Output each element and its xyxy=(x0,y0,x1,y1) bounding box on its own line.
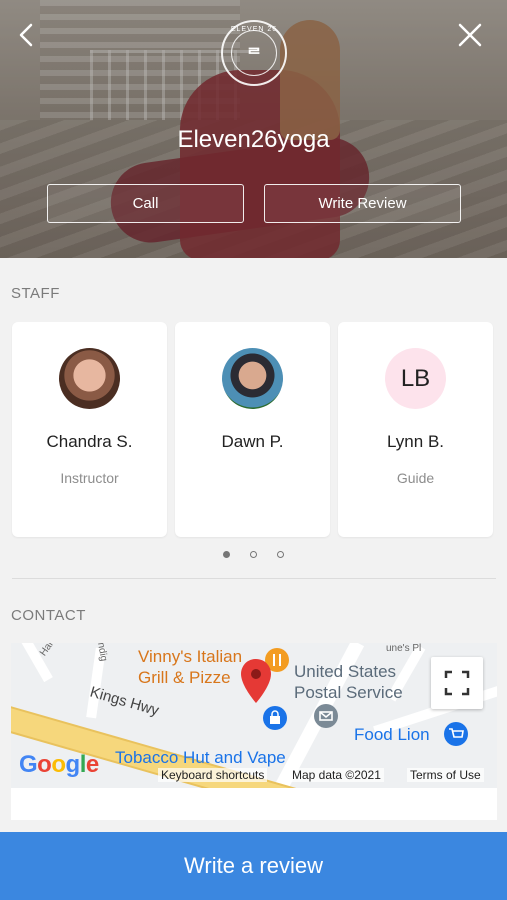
contact-card-bottom xyxy=(11,788,497,820)
google-logo-letter: G xyxy=(19,751,38,778)
google-logo-letter: e xyxy=(85,751,99,778)
staff-role: Instructor xyxy=(60,470,119,486)
staff-name: Lynn B. xyxy=(386,432,445,451)
google-logo-letter: o xyxy=(37,751,52,778)
map-poi-label-food-lion[interactable]: Food Lion xyxy=(354,725,430,745)
shopping-bag-icon[interactable] xyxy=(262,705,288,731)
call-button[interactable]: Call xyxy=(47,184,244,223)
staff-section-title: STAFF xyxy=(11,285,60,302)
staff-card-lynn[interactable]: LB Lynn B. Guide xyxy=(338,322,493,537)
fullscreen-icon xyxy=(444,670,470,696)
map-poi-label-line: Postal Service xyxy=(294,683,403,702)
pager-dot[interactable] xyxy=(250,551,257,558)
close-button[interactable] xyxy=(455,20,485,50)
avatar xyxy=(59,348,120,409)
location-map[interactable]: Indig Har une's Pl Vinny's Italian Grill… xyxy=(11,643,497,788)
pager-dot[interactable] xyxy=(277,551,284,558)
map-poi-label-usps[interactable]: United States Postal Service xyxy=(294,661,403,703)
map-keyboard-shortcuts-link[interactable]: Keyboard shortcuts xyxy=(158,768,268,782)
section-divider xyxy=(12,578,496,579)
google-logo-letter: g xyxy=(65,751,81,778)
logo-glyph: ᄅ xyxy=(231,30,277,76)
studio-name: Eleven26yoga xyxy=(177,126,330,153)
chevron-left-icon xyxy=(19,23,33,47)
studio-logo: ELEVEN 26 ᄅ xyxy=(221,20,287,86)
staff-card-chandra[interactable]: Chandra S. Instructor xyxy=(12,322,167,537)
google-logo: Google xyxy=(19,751,99,779)
staff-name: Dawn P. xyxy=(221,432,284,451)
staff-pager xyxy=(0,551,507,558)
map-poi-label-line: Grill & Pizze xyxy=(138,668,231,687)
write-review-button[interactable]: Write Review xyxy=(264,184,461,223)
staff-name: Chandra S. xyxy=(46,432,133,451)
logo-ring-text: ELEVEN 26 xyxy=(230,26,278,33)
map-road-label: Kings Hwy xyxy=(88,683,161,720)
write-a-review-button[interactable]: Write a review xyxy=(0,832,507,900)
map-poi-label-vinnys[interactable]: Vinny's Italian Grill & Pizze xyxy=(138,646,242,688)
google-logo-letter: o xyxy=(51,751,66,778)
map-poi-label-tobacco-hut[interactable]: Tobacco Hut and Vape xyxy=(115,748,286,768)
map-fullscreen-button[interactable] xyxy=(431,657,483,709)
map-data-attribution: Map data ©2021 xyxy=(289,768,384,782)
contact-section-title: CONTACT xyxy=(11,607,86,624)
location-pin-icon[interactable] xyxy=(239,657,273,705)
pager-dot[interactable] xyxy=(223,551,230,558)
shopping-cart-icon[interactable] xyxy=(443,721,469,747)
staff-role: Guide xyxy=(396,470,435,486)
map-poi-label-line: Vinny's Italian xyxy=(138,647,243,666)
close-icon xyxy=(458,23,482,47)
hero-header: ELEVEN 26 ᄅ Eleven26yoga Call Write Revi… xyxy=(0,0,507,258)
map-street-label: une's Pl xyxy=(386,643,422,654)
map-poi-label-line: United States xyxy=(294,662,397,681)
mail-icon[interactable] xyxy=(313,703,339,729)
map-terms-link[interactable]: Terms of Use xyxy=(407,768,484,782)
avatar-initials: LB xyxy=(385,348,446,409)
back-button[interactable] xyxy=(12,20,42,50)
avatar xyxy=(222,348,283,409)
staff-card-dawn[interactable]: Dawn P. xyxy=(175,322,330,537)
